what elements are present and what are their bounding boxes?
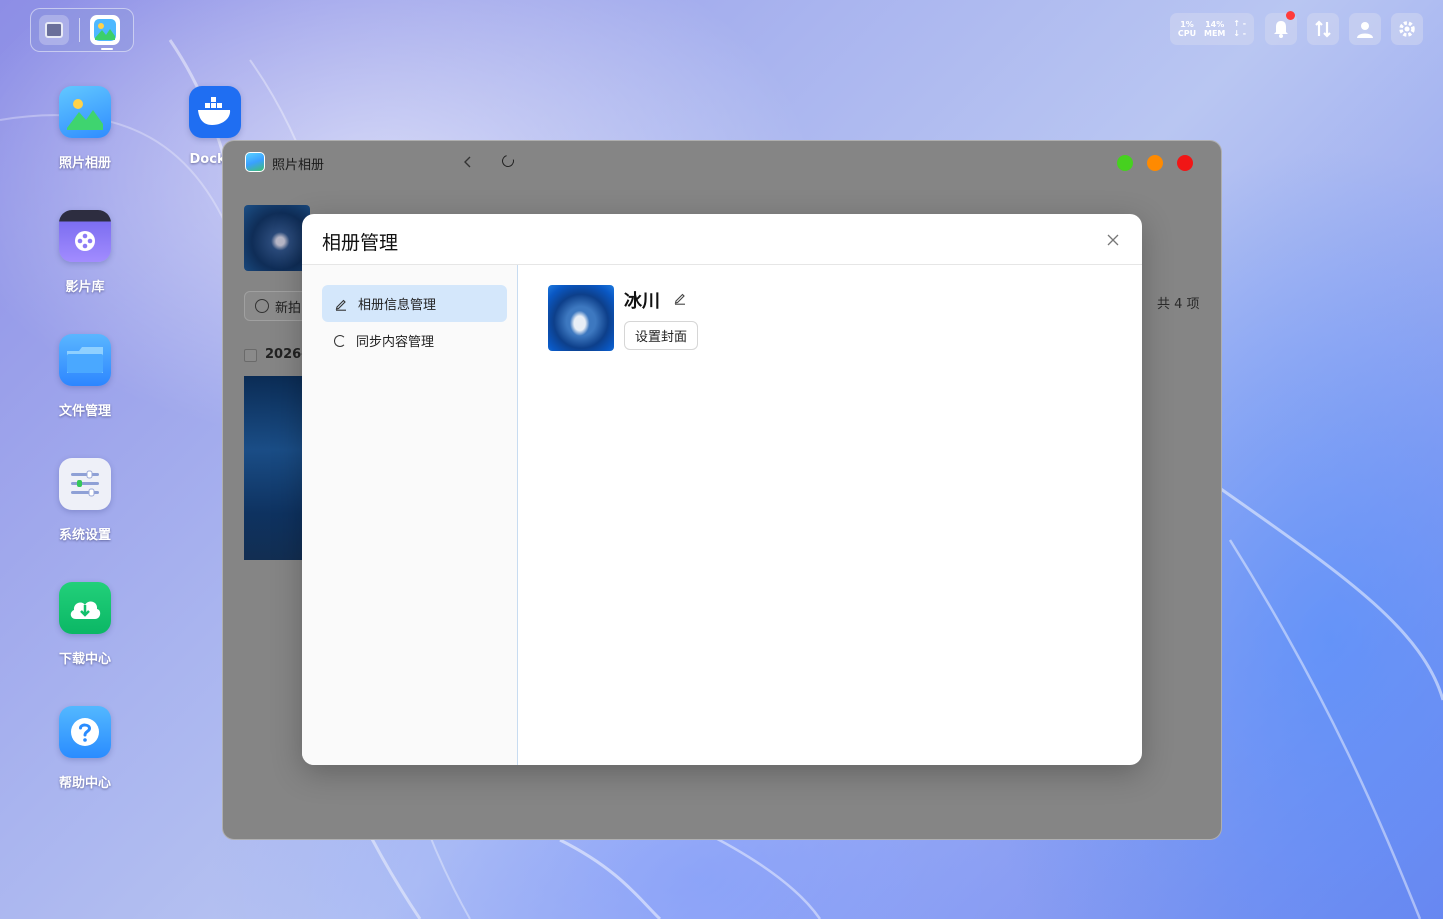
window-title: 照片相册 (272, 158, 325, 173)
running-app-photos-button[interactable] (90, 15, 120, 50)
close-window-button[interactable] (1177, 155, 1193, 171)
user-icon (1357, 22, 1373, 38)
transfer-icon (1315, 20, 1331, 38)
back-button[interactable] (463, 152, 477, 172)
dialog-header: 相册管理 (302, 214, 1142, 265)
question-mark-icon (71, 718, 99, 746)
set-cover-button[interactable]: 设置封面 (624, 321, 699, 350)
help-tile (59, 706, 111, 758)
cpu-usage: 1% CPU (1177, 20, 1197, 38)
photos-app-icon (94, 19, 116, 41)
workspace-switcher (30, 8, 134, 52)
close-icon (1107, 234, 1119, 246)
desktop-icon-files[interactable]: 文件管理 (30, 334, 140, 419)
minimize-button[interactable] (1147, 155, 1163, 171)
desktop-icon-label: 系统设置 (58, 528, 111, 543)
desktop-icon-label: 帮助中心 (58, 776, 111, 791)
bell-icon (1274, 21, 1288, 38)
date-group-heading: 2026- (265, 347, 307, 362)
sidebar-item-label: 相册信息管理 (358, 298, 437, 313)
show-desktop-button[interactable] (39, 15, 69, 45)
edit-album-name-icon[interactable] (673, 291, 687, 305)
sidebar-item-sync-content[interactable]: 同步内容管理 (322, 322, 507, 359)
photos-app-logo-icon (245, 152, 265, 172)
user-button[interactable] (1349, 13, 1381, 45)
sliders-icon (71, 470, 99, 497)
album-cover-thumbnail (244, 205, 310, 271)
desktop-icon-photos[interactable]: 照片相册 (30, 86, 140, 171)
desktop-icon-settings[interactable]: 系统设置 (30, 458, 140, 543)
refresh-icon[interactable] (499, 152, 517, 170)
chevron-left-icon (464, 156, 471, 168)
folder-icon (67, 347, 103, 373)
cloud-download-icon (70, 601, 101, 619)
sync-icon (334, 334, 346, 347)
notification-badge (1286, 11, 1295, 20)
album-name: 冰川 (624, 291, 660, 312)
album-info-panel: 冰川 设置封面 (518, 265, 1142, 765)
photos-tile (59, 86, 111, 138)
maximize-button[interactable] (1117, 155, 1133, 171)
dialog-title: 相册管理 (322, 232, 399, 254)
desktop-icon-label: 照片相册 (58, 156, 111, 171)
transfer-button[interactable] (1307, 13, 1339, 45)
desktop-icon-downloads[interactable]: 下载中心 (30, 582, 140, 667)
album-cover-image (548, 285, 614, 351)
desktop-icon-label: 文件管理 (58, 404, 111, 419)
album-management-dialog: 相册管理 相册信息管理 同步内容管理 冰川 设置封面 (302, 214, 1142, 765)
close-dialog-button[interactable] (1104, 231, 1122, 249)
sidebar-item-album-info[interactable]: 相册信息管理 (322, 285, 507, 322)
select-date-group-checkbox[interactable] (244, 349, 257, 362)
desktop-icon-label: 影片库 (65, 280, 105, 295)
gear-icon (1399, 21, 1415, 37)
resource-monitor[interactable]: 1% CPU 14% MEM ↑ - ↓ - (1170, 13, 1254, 45)
switcher-divider (79, 18, 80, 42)
movies-tile (59, 210, 111, 262)
desktop-icon-label: 下载中心 (58, 652, 111, 667)
dialog-sidebar: 相册信息管理 同步内容管理 (302, 265, 518, 765)
desktop-icon-movies[interactable]: 影片库 (30, 210, 140, 295)
clock-icon (255, 299, 269, 313)
files-tile (59, 334, 111, 386)
settings-button[interactable] (1391, 13, 1423, 45)
window-titlebar[interactable]: 照片相册 (223, 141, 1221, 185)
desktop-icon (45, 22, 63, 38)
downloads-tile (59, 582, 111, 634)
photos-icon (67, 99, 103, 130)
notifications-button[interactable] (1265, 11, 1297, 45)
mem-usage: 14% MEM (1204, 20, 1226, 38)
film-reel-icon (75, 231, 95, 251)
filter-label: 新拍 (275, 300, 302, 316)
docker-whale-icon (198, 97, 231, 125)
desktop-icon-help[interactable]: 帮助中心 (30, 706, 140, 791)
sidebar-item-label: 同步内容管理 (356, 335, 435, 350)
docker-tile (189, 86, 241, 138)
edit-icon (335, 299, 346, 311)
network-speed: ↑ - ↓ - (1233, 19, 1247, 38)
item-count: 共 4 项 (1157, 297, 1200, 312)
settings-tile (59, 458, 111, 510)
